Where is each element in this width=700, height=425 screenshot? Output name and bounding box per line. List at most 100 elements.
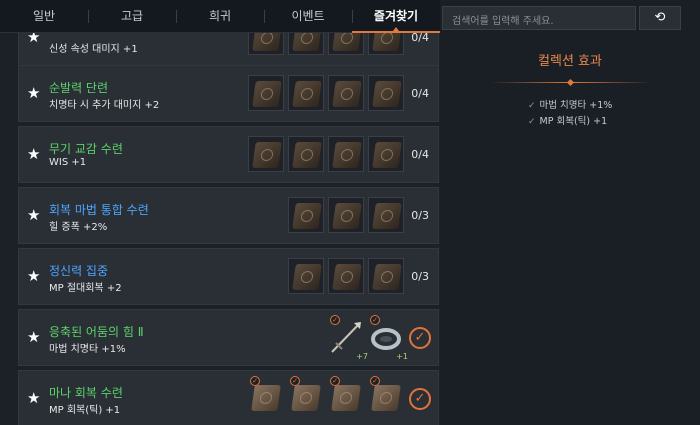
collection-row[interactable]: ★ 마나 회복 수련 MP 회복(틱) +1 ✓ ✓ ✓ ✓ ✓ — [18, 370, 439, 425]
collection-list[interactable]: ★ 신성 속성 대미지 +1 0/4 ★ 순발력 단련 치명타 시 추가 대미지… — [0, 33, 440, 425]
book-item-slot[interactable]: ✓ — [368, 376, 404, 416]
collection-effect: MP 회복(틱) +1 — [49, 405, 121, 416]
book-item-slot[interactable]: ✓ — [288, 376, 324, 416]
collection-count: 0/3 — [411, 270, 429, 283]
favorite-star-icon[interactable]: ★ — [27, 208, 41, 223]
collection-title: 무기 교감 수련 — [49, 142, 123, 156]
collection-count: 0/3 — [411, 209, 429, 222]
collection-effect: MP 절대회복 +2 — [49, 283, 122, 294]
check-icon: ✓ — [528, 101, 536, 111]
collection-row[interactable]: ★ 순발력 단련 치명타 시 추가 대미지 +2 0/4 — [18, 65, 439, 122]
book-item-slot[interactable] — [368, 258, 404, 294]
search-input[interactable]: 검색어를 입력해 주세요. — [442, 6, 636, 30]
tab-divider — [264, 10, 265, 23]
collection-count: 0/4 — [411, 33, 429, 44]
collection-row[interactable]: ★ 무기 교감 수련 WIS +1 0/4 — [18, 126, 439, 183]
completed-check-icon: ✓ — [409, 327, 431, 349]
collection-title: 마나 회복 수련 — [49, 386, 123, 400]
favorite-star-icon[interactable]: ★ — [27, 147, 41, 162]
book-item-slot[interactable] — [328, 33, 364, 55]
book-icon — [291, 385, 321, 411]
collection-effect: 힐 증폭 +2% — [49, 222, 108, 233]
book-icon — [372, 81, 402, 107]
tab-divider — [88, 10, 89, 23]
collection-count: 0/4 — [411, 148, 429, 161]
effect-item: ✓ MP 회복(틱) +1 — [528, 114, 612, 130]
enchant-level: +7 — [356, 352, 368, 361]
book-icon — [371, 385, 401, 411]
collection-row[interactable]: ★ 회복 마법 통합 수련 힐 증폭 +2% 0/3 — [18, 187, 439, 244]
tab-favorites[interactable]: 즐겨찾기 — [352, 0, 440, 33]
book-icon — [372, 203, 402, 229]
book-item-slot[interactable] — [328, 258, 364, 294]
book-item-slot[interactable] — [288, 258, 324, 294]
book-icon — [251, 385, 281, 411]
book-item-slot[interactable] — [288, 33, 324, 55]
book-icon — [372, 142, 402, 168]
book-item-slot[interactable] — [248, 33, 284, 55]
book-icon — [292, 203, 322, 229]
book-item-slot[interactable] — [368, 75, 404, 111]
armor-item-slot[interactable]: ✓ +1 — [368, 315, 408, 361]
book-icon — [332, 81, 362, 107]
book-icon — [332, 142, 362, 168]
panel-title: 컬렉션 효과 — [538, 54, 602, 69]
refresh-button[interactable]: ⟲ — [639, 6, 681, 30]
book-icon — [252, 142, 282, 168]
book-icon — [331, 385, 361, 411]
book-item-slot[interactable] — [328, 75, 364, 111]
check-icon: ✓ — [528, 117, 536, 127]
book-item-slot[interactable] — [248, 136, 284, 172]
collection-count: 0/4 — [411, 87, 429, 100]
favorite-star-icon[interactable]: ★ — [27, 33, 41, 45]
book-item-slot[interactable] — [288, 197, 324, 233]
enchant-level: +1 — [396, 352, 408, 361]
tab-general[interactable]: 일반 — [0, 0, 88, 32]
book-item-slot[interactable] — [368, 33, 404, 55]
tab-divider — [176, 10, 177, 23]
book-icon — [332, 33, 362, 51]
category-tabs: 일반 고급 희귀 이벤트 즐겨찾기 — [0, 0, 440, 33]
tab-advanced[interactable]: 고급 — [88, 0, 176, 32]
collection-effect: WIS +1 — [49, 157, 87, 168]
book-icon — [292, 81, 322, 107]
book-icon — [372, 264, 402, 290]
tab-event[interactable]: 이벤트 — [264, 0, 352, 32]
book-icon — [372, 33, 402, 51]
book-icon — [332, 264, 362, 290]
favorite-star-icon[interactable]: ★ — [27, 86, 41, 101]
collection-effect: 마법 치명타 +1% — [49, 344, 126, 355]
book-item-slot[interactable] — [248, 75, 284, 111]
book-item-slot[interactable] — [328, 197, 364, 233]
book-icon — [252, 33, 282, 51]
collection-row[interactable]: ★ 신성 속성 대미지 +1 0/4 — [18, 33, 439, 66]
favorite-star-icon[interactable]: ★ — [27, 391, 41, 406]
book-icon — [332, 203, 362, 229]
favorite-star-icon[interactable]: ★ — [27, 269, 41, 284]
collection-title: 순발력 단련 — [49, 81, 109, 95]
tab-rare[interactable]: 희귀 — [176, 0, 264, 32]
book-item-slot[interactable] — [368, 197, 404, 233]
collection-row[interactable]: ★ 응축된 어둠의 힘 Ⅱ 마법 치명타 +1% ✓ +7 ✓ +1 ✓ — [18, 309, 439, 366]
book-item-slot[interactable]: ✓ — [328, 376, 364, 416]
collection-title: 회복 마법 통합 수련 — [49, 203, 149, 217]
book-item-slot[interactable] — [288, 136, 324, 172]
collection-row[interactable]: ★ 정신력 집중 MP 절대회복 +2 0/3 — [18, 248, 439, 305]
book-item-slot[interactable] — [368, 136, 404, 172]
effect-list: ✓ 마법 치명타 +1% ✓ MP 회복(틱) +1 — [528, 98, 612, 130]
book-item-slot[interactable] — [328, 136, 364, 172]
collection-effect: 신성 속성 대미지 +1 — [49, 44, 138, 55]
favorite-star-icon[interactable]: ★ — [27, 330, 41, 345]
refresh-icon: ⟲ — [654, 10, 666, 25]
owned-check-icon: ✓ — [330, 315, 340, 325]
tab-divider — [352, 10, 353, 23]
book-item-slot[interactable]: ✓ — [248, 376, 284, 416]
book-icon — [292, 33, 322, 51]
book-icon — [292, 264, 322, 290]
effect-item: ✓ 마법 치명타 +1% — [528, 98, 612, 114]
weapon-item-slot[interactable]: ✓ +7 — [328, 315, 368, 361]
tab-favorites-label: 즐겨찾기 — [373, 9, 419, 23]
book-item-slot[interactable] — [288, 75, 324, 111]
effect-text: MP 회복(틱) +1 — [539, 116, 608, 127]
collection-title: 응축된 어둠의 힘 Ⅱ — [49, 325, 144, 339]
